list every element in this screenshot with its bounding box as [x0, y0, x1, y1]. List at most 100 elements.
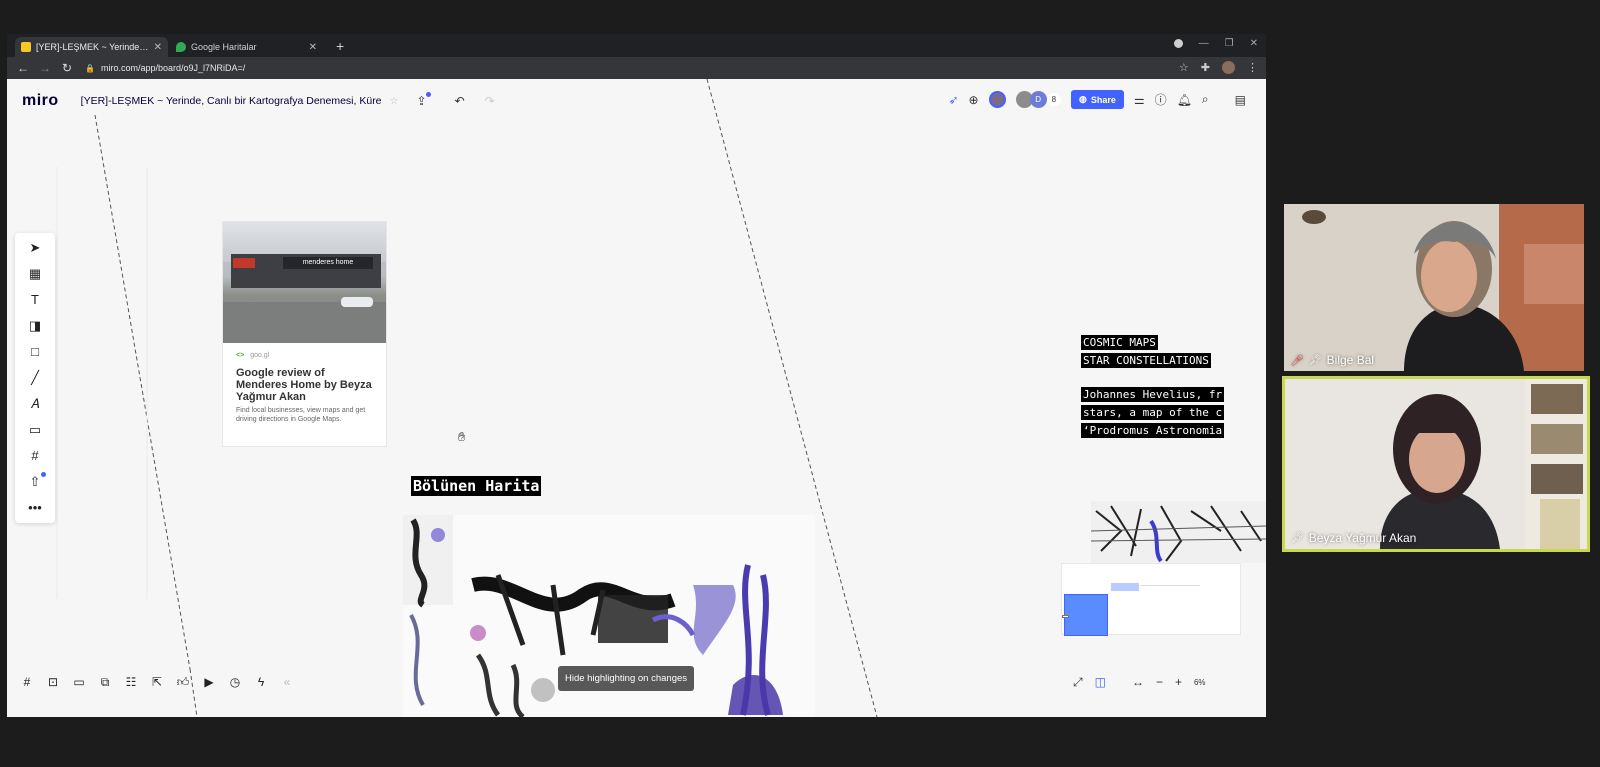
comment-icon[interactable]: ▭: [25, 421, 45, 439]
presentation-icon[interactable]: ⊡: [45, 675, 61, 689]
participant-video-tile[interactable]: 🎤︎ 📌︎ Bilge Bal: [1284, 204, 1584, 371]
cosmic-maps-label[interactable]: COSMIC MAPS: [1081, 335, 1158, 350]
pin-icon: 📌︎: [1308, 354, 1322, 366]
google-review-card[interactable]: menderes home <> goo.gl Google review of…: [222, 221, 387, 447]
avatar[interactable]: [988, 91, 1006, 108]
minimize-icon[interactable]: —: [1199, 38, 1209, 49]
fit-width-icon[interactable]: ↔: [1132, 675, 1144, 689]
participant-name-label: 📌︎ Beyza Yağmur Akan: [1291, 531, 1416, 545]
minimap[interactable]: [1061, 563, 1241, 636]
text-icon[interactable]: T: [25, 291, 45, 309]
participant-video: [1285, 379, 1587, 549]
tab-title: [YER]-LEŞMEK ~ Yerinde, Canlı bi: [36, 42, 149, 52]
bolunen-harita-label[interactable]: Bölünen Harita: [411, 476, 542, 496]
lock-icon: 🔒: [85, 63, 95, 73]
cards-icon[interactable]: ⧉: [97, 675, 113, 690]
undo-icon[interactable]: ↶: [455, 94, 465, 108]
bell-icon[interactable]: 🔔︎: [1177, 93, 1192, 107]
sticky-note-icon[interactable]: ◨: [25, 317, 45, 335]
participant-name: Beyza Yağmur Akan: [1308, 531, 1417, 545]
profile-avatar[interactable]: [1222, 61, 1235, 74]
frame-icon[interactable]: #: [25, 447, 45, 465]
browser-menu-icon[interactable]: ⋮: [1247, 61, 1258, 74]
new-tab-button[interactable]: +: [336, 38, 344, 54]
hevelius-text-line[interactable]: stars, a map of the c: [1081, 405, 1225, 420]
star-icon[interactable]: ☆: [390, 96, 399, 107]
review-source: <> goo.gl: [236, 352, 386, 359]
help-icon[interactable]: ⓘ: [1155, 91, 1167, 108]
redo-icon[interactable]: ↷: [485, 94, 495, 108]
back-icon[interactable]: ←: [13, 61, 33, 75]
address-bar[interactable]: 🔒 miro.com/app/board/o9J_l7NRiDA=/: [85, 63, 245, 73]
flash-icon[interactable]: ϟ: [253, 675, 269, 689]
active-speaker-video-tile[interactable]: 📌︎ Beyza Yağmur Akan: [1282, 376, 1590, 552]
miro-top-right-bar: ➶ ⊕ D 8 ◍ Share ⚌ ⓘ 🔔︎ ⌕ ▤: [948, 90, 1246, 109]
hand-cursor-icon: ✋︎: [458, 429, 466, 444]
map-icon[interactable]: ◫: [1095, 675, 1106, 689]
cursor-icon[interactable]: ➤: [25, 239, 45, 257]
kanban-icon[interactable]: ☷: [123, 675, 139, 689]
board-menu-icon[interactable]: ▤: [1235, 93, 1246, 107]
miro-board-canvas[interactable]: miro [YER]-LEŞMEK ~ Yerinde, Canlı bir K…: [7, 79, 1266, 717]
export-icon[interactable]: ⇪: [417, 92, 431, 108]
minimap-handle[interactable]: [1062, 615, 1069, 618]
reaction-icon[interactable]: 👍︎: [175, 675, 191, 690]
shape-icon[interactable]: □: [25, 343, 45, 361]
zoom-out-icon[interactable]: −: [1156, 675, 1163, 689]
participant-name: Bilge Bal: [1326, 353, 1375, 367]
minimap-object: [1111, 583, 1139, 591]
review-description: Find local businesses, view maps and get…: [236, 407, 366, 423]
hevelius-text-line[interactable]: Johannes Hevelius, fr: [1081, 387, 1225, 402]
profile-dot-icon[interactable]: [1173, 39, 1183, 48]
collaborators-group[interactable]: D 8: [1015, 91, 1062, 108]
frames-icon[interactable]: #: [19, 675, 35, 689]
reload-icon[interactable]: ↻: [57, 61, 77, 75]
left-toolbar: ➤ ▦ T ◨ □ ╱ 𝐴 ▭ # ⇧ •••: [15, 233, 55, 523]
browser-toolbar: ← → ↻ 🔒 miro.com/app/board/o9J_l7NRiDA=/…: [7, 57, 1266, 79]
tab-miro-board[interactable]: [YER]-LEŞMEK ~ Yerinde, Canlı bi ✕: [15, 37, 168, 57]
timer-icon[interactable]: ◷: [227, 675, 243, 689]
close-window-icon[interactable]: ✕: [1250, 38, 1258, 49]
close-tab-icon[interactable]: ✕: [154, 42, 162, 53]
reactions-icon[interactable]: ➶: [948, 93, 958, 107]
chat-icon[interactable]: ▭: [71, 675, 87, 689]
pen-line-icon[interactable]: ╱: [25, 369, 45, 387]
add-collaborator-icon[interactable]: ⊕: [969, 93, 979, 107]
fullscreen-icon[interactable]: ⤢: [1073, 675, 1083, 690]
settings-sliders-icon[interactable]: ⚌: [1134, 93, 1145, 107]
star-constellations-label[interactable]: STAR CONSTELLATIONS: [1081, 353, 1211, 368]
miro-logo[interactable]: miro: [22, 92, 59, 110]
forward-icon[interactable]: →: [35, 61, 55, 75]
template-icon[interactable]: ▦: [25, 265, 45, 283]
share-button[interactable]: ◍ Share: [1071, 90, 1124, 109]
upload-icon[interactable]: ⇧: [25, 472, 46, 491]
source-domain: goo.gl: [250, 352, 270, 359]
bookmark-star-icon[interactable]: ☆: [1179, 61, 1189, 74]
dashed-boundary-left: [94, 114, 191, 670]
collapse-icon[interactable]: «: [279, 675, 295, 689]
browser-window: [YER]-LEŞMEK ~ Yerinde, Canlı bi ✕ Googl…: [7, 34, 1266, 717]
close-tab-icon[interactable]: ✕: [309, 42, 317, 53]
bottom-toolbar: # ⊡ ▭ ⧉ ☷ ⇱ 👍︎ ▶ ◷ ϟ «: [19, 669, 295, 695]
video-icon[interactable]: ▶: [201, 675, 217, 689]
tab-google-maps[interactable]: Google Haritalar ✕: [170, 37, 323, 57]
pen-icon[interactable]: 𝐴: [25, 395, 45, 413]
hide-highlighting-button[interactable]: Hide highlighting on changes: [558, 666, 695, 691]
search-icon[interactable]: ⌕: [1202, 92, 1209, 107]
globe-icon: ◍: [1079, 94, 1087, 104]
zoom-in-icon[interactable]: +: [1175, 675, 1182, 689]
minimap-viewport[interactable]: [1064, 594, 1108, 636]
hevelius-text-line[interactable]: ‘Prodromus Astronomia: [1081, 423, 1225, 438]
notification-dot: [41, 472, 46, 477]
url-text: miro.com/app/board/o9J_l7NRiDA=/: [100, 63, 246, 73]
extensions-icon[interactable]: ✚: [1201, 61, 1210, 74]
share-screen-icon[interactable]: ⇱: [149, 675, 165, 689]
mic-muted-icon: 🎤︎: [1290, 354, 1304, 367]
zoom-level[interactable]: 6%: [1194, 678, 1206, 687]
miro-header: miro [YER]-LEŞMEK ~ Yerinde, Canlı bir K…: [15, 87, 495, 115]
more-icon[interactable]: •••: [25, 499, 45, 517]
collaborator-count: 8: [1046, 93, 1062, 106]
restore-icon[interactable]: ❐: [1225, 38, 1234, 49]
board-title[interactable]: [YER]-LEŞMEK ~ Yerinde, Canlı bir Kartog…: [81, 95, 382, 107]
sketch-artwork-image[interactable]: [1091, 501, 1266, 563]
